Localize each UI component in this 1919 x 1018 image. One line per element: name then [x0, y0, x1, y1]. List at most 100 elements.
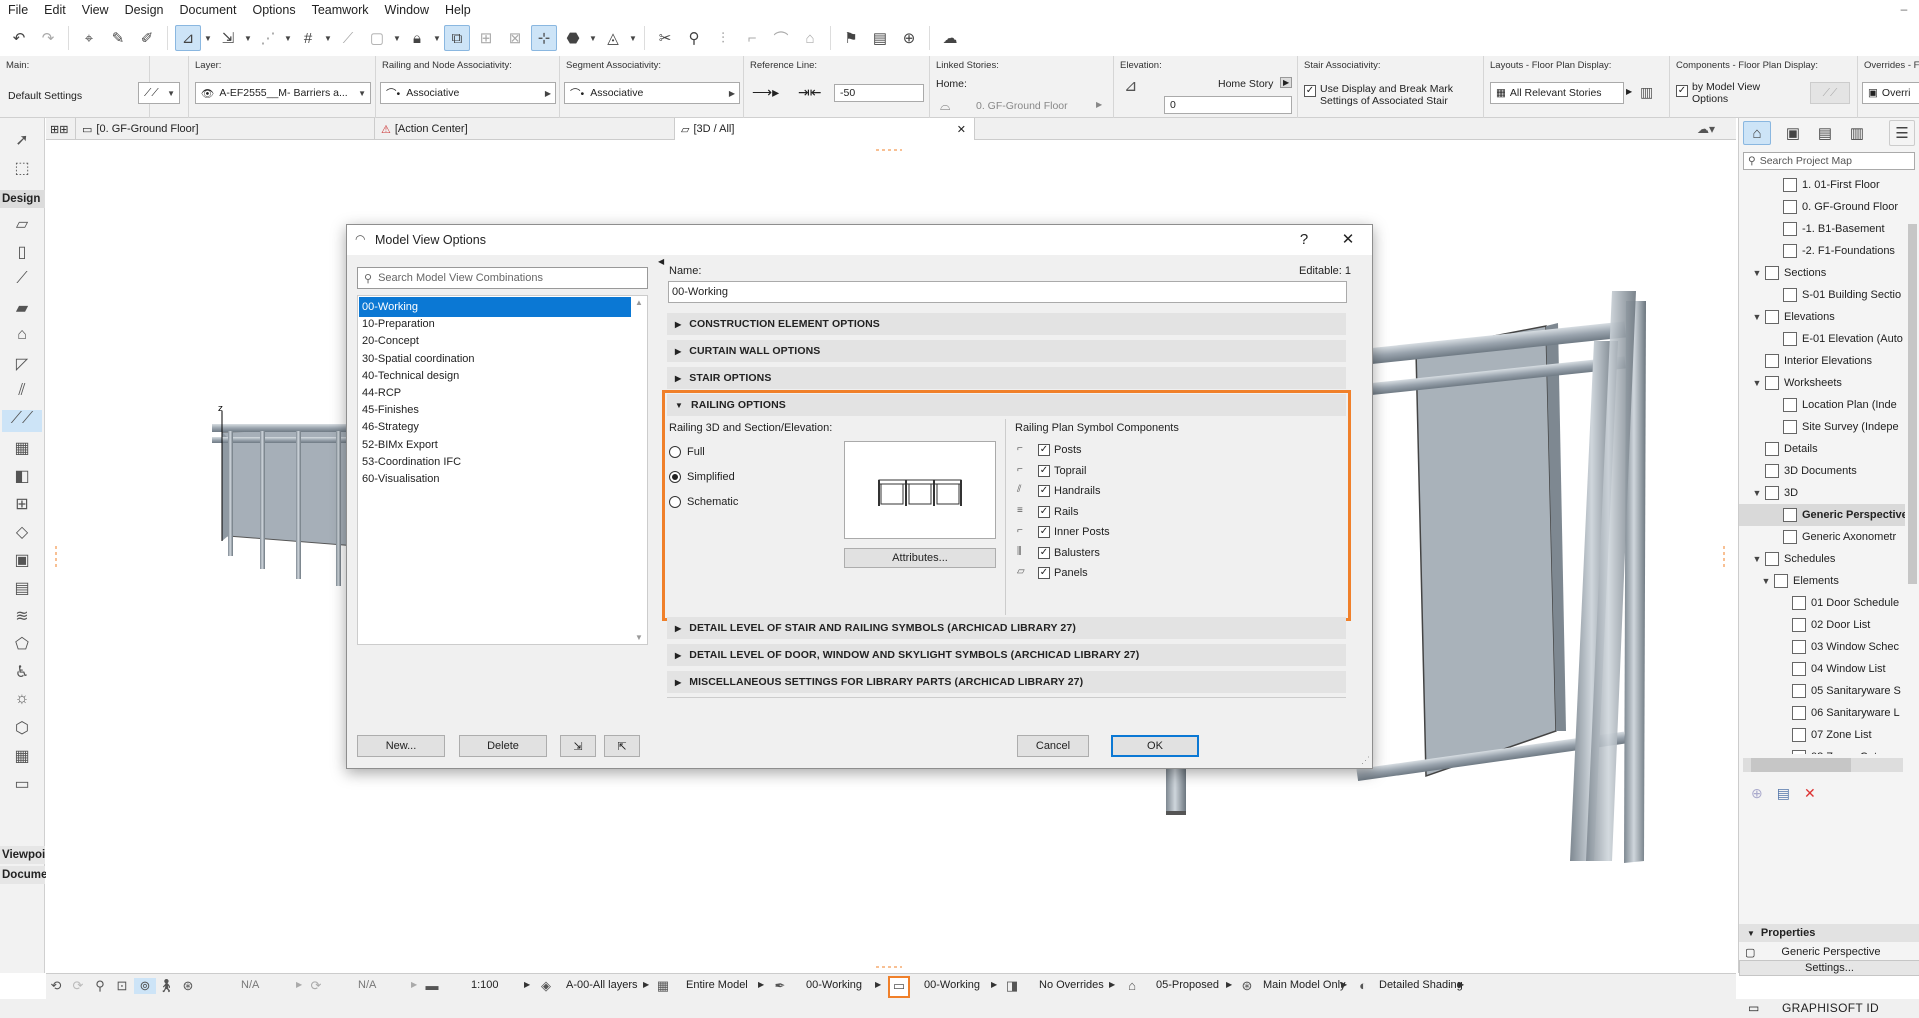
- slab-tool-icon[interactable]: ▰: [10, 298, 34, 320]
- menu-item[interactable]: File: [0, 3, 36, 17]
- chevron-down-icon[interactable]: ▼: [1752, 312, 1762, 322]
- components-checkbox[interactable]: ✓: [1676, 85, 1688, 97]
- snap-points-icon[interactable]: ⋰: [255, 25, 281, 51]
- project-map-item[interactable]: ▼ Sections: [1739, 262, 1907, 284]
- overrides-icon[interactable]: ◨: [1004, 978, 1020, 994]
- redo-view-icon[interactable]: ⟳: [70, 978, 86, 994]
- id-icon[interactable]: ▭: [1748, 1001, 1759, 1015]
- radio-full[interactable]: [669, 446, 681, 458]
- flag-icon[interactable]: ⚑: [838, 25, 864, 51]
- beam-tool-icon[interactable]: ⟋: [10, 270, 34, 292]
- project-map-item[interactable]: 02 Door List: [1739, 614, 1907, 636]
- menu-item[interactable]: Document: [172, 3, 245, 17]
- layouts-select[interactable]: ▦ All Relevant Stories: [1490, 82, 1624, 104]
- close-icon[interactable]: ✕: [957, 123, 966, 136]
- find-select-icon[interactable]: ⌖: [76, 25, 102, 51]
- tab-action-center[interactable]: ⚠︎ [Action Center]: [375, 118, 675, 140]
- misc-library-settings-section[interactable]: ▶ MISCELLANEOUS SETTINGS FOR LIBRARY PART…: [667, 671, 1346, 693]
- project-map-item[interactable]: S-01 Building Sectio: [1739, 284, 1907, 306]
- tab-overview-icon[interactable]: ⊞⊞: [46, 118, 76, 140]
- project-map-item[interactable]: ▼ Elements: [1739, 570, 1907, 592]
- project-map-item[interactable]: 01 Door Schedule: [1739, 592, 1907, 614]
- component-checkbox[interactable]: ✓: [1038, 567, 1050, 579]
- import-icon[interactable]: ⇲: [560, 735, 596, 757]
- chevron-down-icon[interactable]: ▼: [1752, 554, 1762, 564]
- project-map-item[interactable]: ▼ Elevations: [1739, 306, 1907, 328]
- teamwork-icon[interactable]: ☁: [937, 25, 963, 51]
- reference-line-icon[interactable]: ⟶▸: [752, 84, 779, 101]
- document-group-label[interactable]: Docume: [0, 866, 47, 884]
- component-checkbox[interactable]: ✓: [1038, 505, 1050, 518]
- publisher-icon[interactable]: ▥: [1847, 120, 1867, 146]
- fillet-icon[interactable]: ⌒: [768, 25, 794, 51]
- eyedropper-icon[interactable]: ✎: [105, 25, 131, 51]
- orbit-icon[interactable]: ⊚: [134, 978, 156, 994]
- project-map-item[interactable]: 08 Zones Categor: [1739, 746, 1907, 754]
- document-icon[interactable]: ▤: [867, 25, 893, 51]
- layers-icon[interactable]: ◈: [538, 978, 554, 994]
- mesh-tool-icon[interactable]: ≋: [10, 606, 34, 628]
- chevron-down-icon[interactable]: ▼: [393, 34, 401, 43]
- dialog-close-button[interactable]: ✕: [1337, 229, 1359, 251]
- project-map-item[interactable]: -2. F1-Foundations: [1739, 240, 1907, 262]
- project-map-search[interactable]: ⚲ Search Project Map: [1743, 152, 1915, 170]
- marquee-tool-icon[interactable]: ⬚: [10, 158, 34, 180]
- chevron-right-icon[interactable]: ▶: [1626, 87, 1632, 96]
- project-map-item[interactable]: 0. GF-Ground Floor: [1739, 196, 1907, 218]
- chevron-down-icon[interactable]: ▼: [433, 34, 441, 43]
- zoom-dial-icon[interactable]: ⊛: [180, 978, 196, 994]
- structure-icon[interactable]: ⊛: [1239, 978, 1255, 994]
- group-icon[interactable]: ⊞: [473, 25, 499, 51]
- chevron-down-icon[interactable]: ▼: [204, 34, 212, 43]
- chevron-down-icon[interactable]: ▼: [244, 34, 252, 43]
- new-button[interactable]: New...: [357, 735, 445, 757]
- column-tool-icon[interactable]: ▯: [10, 242, 34, 264]
- guide-lines-icon[interactable]: ⇲: [215, 25, 241, 51]
- wall-tool-icon[interactable]: ▱: [10, 214, 34, 236]
- project-map-item[interactable]: 1. 01-First Floor: [1739, 174, 1907, 196]
- grid-snap-icon[interactable]: #: [295, 25, 321, 51]
- chevron-right-icon[interactable]: ▶: [1280, 77, 1293, 88]
- show-selection-icon[interactable]: ⬣: [560, 25, 586, 51]
- resize-grip-icon[interactable]: ⋰: [1361, 755, 1370, 766]
- settings-button[interactable]: Settings...: [1739, 960, 1919, 976]
- combination-search-field[interactable]: ⚲ Search Model View Combinations: [357, 267, 648, 289]
- tab-ground-floor[interactable]: ▭ [0. GF-Ground Floor]: [76, 118, 375, 140]
- reference-offset-input[interactable]: -50: [834, 84, 924, 102]
- shell-tool-icon[interactable]: ◸: [10, 354, 34, 376]
- chevron-down-icon[interactable]: ▼: [1752, 488, 1762, 498]
- chevron-down-icon[interactable]: ▼: [284, 34, 292, 43]
- properties-header[interactable]: ▼ Properties: [1739, 924, 1919, 942]
- snap-guides-icon[interactable]: ⊿: [175, 25, 201, 51]
- layer-combination-value[interactable]: A-00-All layers: [566, 979, 638, 991]
- radio-schematic[interactable]: [669, 496, 681, 508]
- export-icon[interactable]: ⇱: [604, 735, 640, 757]
- project-map-item[interactable]: Site Survey (Indepe: [1739, 416, 1907, 438]
- project-map-item[interactable]: 03 Window Schec: [1739, 636, 1907, 658]
- model-view-options-value[interactable]: 00-Working: [924, 979, 980, 991]
- chevron-down-icon[interactable]: ▼: [324, 34, 332, 43]
- project-map-item[interactable]: Location Plan (Inde: [1739, 394, 1907, 416]
- viewpoint-group-label[interactable]: Viewpoi: [0, 846, 45, 864]
- view-options-icon[interactable]: ☁︎▾: [1676, 118, 1736, 139]
- ok-button[interactable]: OK: [1111, 735, 1199, 757]
- delete-button[interactable]: Delete: [459, 735, 547, 757]
- help-button[interactable]: ?: [1293, 229, 1315, 251]
- home-story-value[interactable]: 0. GF-Ground Floor: [976, 100, 1068, 112]
- project-map-item[interactable]: Generic Axonometr: [1739, 526, 1907, 548]
- horizontal-scrollbar[interactable]: [1743, 758, 1903, 772]
- zone-tool-icon[interactable]: ▤: [10, 578, 34, 600]
- roof-tool-icon[interactable]: ⌂: [10, 326, 34, 348]
- layout-display-icon[interactable]: ▥: [1640, 84, 1653, 101]
- chevron-right-icon[interactable]: ▶: [1096, 100, 1102, 109]
- menu-item[interactable]: Options: [244, 3, 303, 17]
- morph-tool-icon[interactable]: ⬠: [10, 634, 34, 656]
- railing-settings-button[interactable]: ⟋⟋ ▼: [138, 82, 180, 104]
- component-checkbox[interactable]: ✓: [1038, 464, 1050, 477]
- project-map-item[interactable]: 07 Zone List: [1739, 724, 1907, 746]
- magic-wand-icon[interactable]: ⊹: [531, 25, 557, 51]
- layer-icon[interactable]: ▢: [364, 25, 390, 51]
- menu-item[interactable]: View: [74, 3, 117, 17]
- scale-value[interactable]: 1:100: [471, 979, 499, 991]
- box-tool-icon[interactable]: ⬡: [10, 718, 34, 740]
